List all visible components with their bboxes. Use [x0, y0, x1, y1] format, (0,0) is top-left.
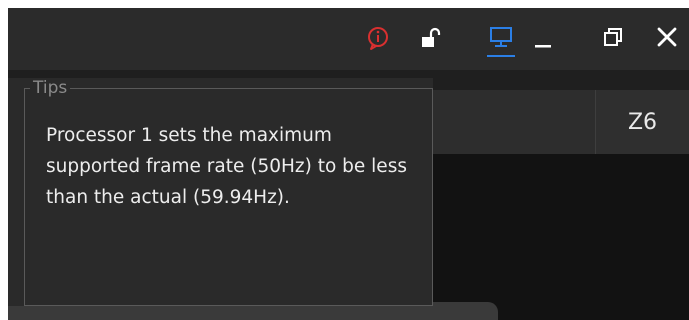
alert-icon[interactable]: [364, 24, 392, 52]
active-indicator: [487, 55, 515, 57]
title-bar: [8, 8, 689, 70]
tips-panel: Tips Processor 1 sets the maximum suppor…: [8, 78, 433, 306]
restore-icon[interactable]: [600, 24, 628, 52]
monitor-icon[interactable]: [487, 24, 515, 52]
close-icon[interactable]: [654, 24, 682, 52]
app-window: Z6 Tips Processor 1 sets the maximum sup…: [8, 8, 689, 320]
tips-message: Processor 1 sets the maximum supported f…: [46, 125, 407, 208]
tips-title: Tips: [30, 78, 71, 98]
zone-cell[interactable]: Z6: [595, 90, 689, 154]
minimize-icon[interactable]: [531, 24, 559, 52]
unlock-icon[interactable]: [416, 24, 444, 52]
